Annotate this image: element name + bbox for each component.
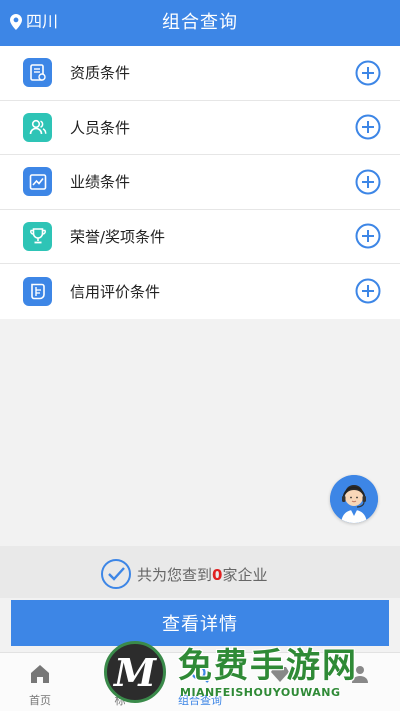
certificate-icon — [23, 58, 52, 88]
condition-row-credit[interactable]: 信用评价条件 — [0, 264, 400, 319]
summary-suffix: 家企业 — [222, 565, 268, 584]
condition-row-personnel[interactable]: 人员条件 — [0, 101, 400, 155]
people-icon — [23, 112, 52, 142]
result-count: 0 — [212, 565, 223, 584]
user-icon — [352, 666, 368, 683]
search-icon — [191, 665, 209, 683]
add-circle-icon[interactable] — [355, 223, 381, 249]
view-details-button[interactable]: 查看详情 — [11, 600, 389, 646]
trophy-icon — [23, 221, 52, 251]
customer-service-button[interactable] — [330, 475, 378, 523]
result-summary-text: 共为您查到0家企业 — [137, 564, 267, 585]
condition-row-honors[interactable]: 荣誉/奖项条件 — [0, 210, 400, 264]
result-summary-bar: 共为您查到0家企业 — [0, 546, 400, 598]
condition-list: 资质条件 人员条件 业绩条件 荣誉/奖项条件 信用评价条件 — [0, 46, 400, 319]
tab-label: 首页 — [29, 694, 51, 707]
condition-label: 信用评价条件 — [70, 282, 161, 301]
tab-label: 组合查询 — [178, 694, 222, 707]
summary-prefix: 共为您查到 — [137, 565, 213, 584]
shield-icon — [23, 276, 52, 306]
tab-label: 标 — [114, 694, 126, 707]
condition-label: 资质条件 — [70, 64, 131, 83]
page-title: 组合查询 — [162, 12, 238, 33]
header-bar: 四川 组合查询 — [0, 0, 400, 46]
customer-service-agent-icon — [330, 475, 378, 523]
chart-icon — [23, 167, 52, 197]
diamond-icon — [271, 667, 289, 682]
check-circle-icon — [101, 559, 131, 589]
tab-home[interactable]: 首页 — [0, 653, 80, 711]
add-circle-icon[interactable] — [355, 60, 381, 86]
bid-icon — [112, 666, 128, 682]
condition-row-performance[interactable]: 业绩条件 — [0, 155, 400, 210]
tab-profile[interactable] — [320, 653, 400, 711]
bottom-tab-bar: 首页 标 组合查询 — [0, 652, 400, 711]
condition-row-qualification[interactable]: 资质条件 — [0, 46, 400, 101]
tab-bid[interactable]: 标 — [80, 653, 160, 711]
tab-vip[interactable] — [240, 653, 320, 711]
home-icon — [31, 665, 49, 683]
condition-label: 业绩条件 — [70, 173, 131, 192]
add-circle-icon[interactable] — [355, 169, 381, 195]
add-circle-icon[interactable] — [355, 278, 381, 304]
tab-combined-search[interactable]: 组合查询 — [160, 653, 240, 711]
add-circle-icon[interactable] — [355, 114, 381, 140]
condition-label: 荣誉/奖项条件 — [70, 227, 166, 246]
condition-label: 人员条件 — [70, 118, 131, 137]
